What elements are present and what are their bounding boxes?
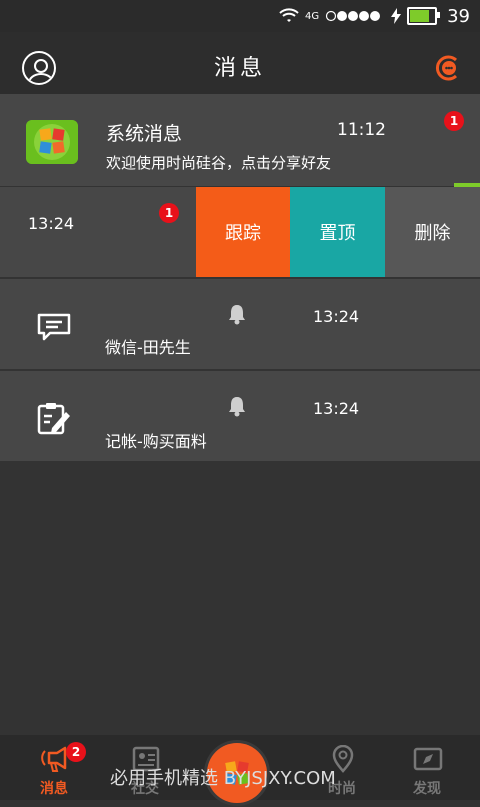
signal-icon [325, 10, 381, 22]
track-button[interactable]: 跟踪 [196, 187, 290, 277]
message-title: 系统消息 [106, 123, 183, 145]
contacts-icon[interactable] [434, 54, 462, 82]
tab-label: 发现 [413, 781, 441, 797]
tab-badge: 2 [66, 742, 86, 762]
message-time: 13:24 [313, 307, 360, 326]
unread-badge: 1 [444, 111, 464, 131]
pin-to-top-button[interactable]: 置顶 [290, 187, 385, 277]
note-edit-icon [37, 403, 70, 435]
battery-level: 39 [447, 5, 470, 27]
bell-icon [229, 305, 245, 325]
message-time: 13:24 [28, 214, 75, 233]
tab-label: 消息 [40, 781, 68, 797]
message-preview: 欢迎使用时尚硅谷，点击分享好友 [106, 154, 332, 172]
unread-badge: 1 [159, 203, 179, 223]
bell-icon [229, 397, 245, 417]
delete-button[interactable]: 删除 [385, 187, 480, 277]
message-title: 记帐-购买面料 [105, 432, 207, 451]
chat-bubble-icon [37, 313, 71, 341]
network-type: 4G [304, 10, 320, 22]
battery-icon [407, 7, 441, 25]
tab-discover[interactable]: 发现 [387, 735, 467, 800]
page-title: 消息 [213, 56, 266, 81]
system-logo-icon [26, 120, 78, 164]
message-time: 13:24 [313, 399, 360, 418]
compass-card-icon [413, 747, 443, 771]
status-bar: 4G 39 [0, 0, 480, 32]
charging-icon [391, 8, 402, 24]
message-title: 微信-田先生 [105, 338, 191, 357]
message-time: 11:12 [337, 120, 386, 140]
app-header: 消息 [0, 32, 480, 94]
watermark: 必用手机精选 BYJSJXY.COM [110, 768, 336, 789]
wifi-icon [279, 8, 299, 22]
